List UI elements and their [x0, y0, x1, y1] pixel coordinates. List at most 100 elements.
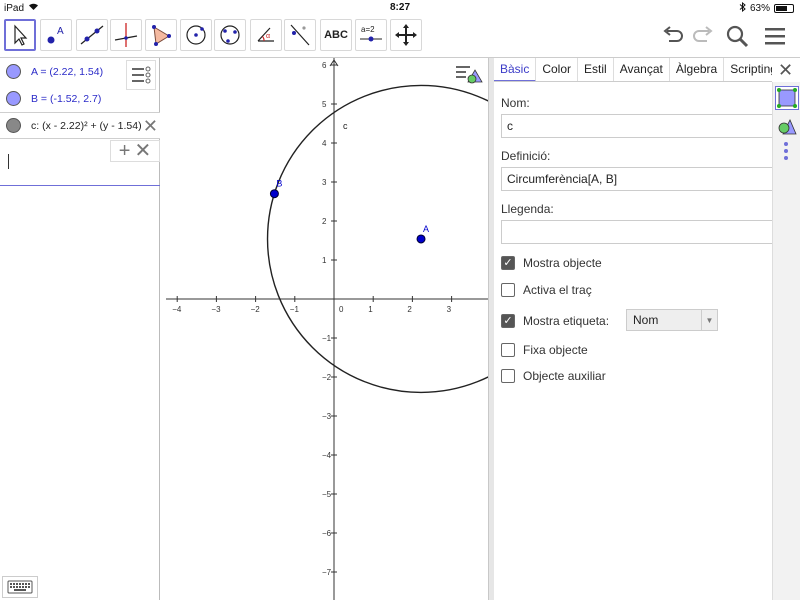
close-icon[interactable]: ✕	[134, 141, 151, 161]
x-tick-label: −2	[251, 305, 261, 314]
x-tick-label: 1	[368, 305, 373, 314]
show-label-checkbox[interactable]: ✓ Mostra etiqueta:	[501, 314, 609, 328]
bluetooth-icon	[739, 1, 746, 15]
y-tick-label: −2	[322, 373, 332, 382]
visibility-toggle[interactable]	[6, 91, 21, 106]
tab-style[interactable]: Estil	[578, 58, 614, 81]
geogebra-app: iPad 8:27 63% A α ABC a=2 A = (2.22, 1.5…	[0, 0, 800, 600]
point-a-label: A	[423, 224, 429, 234]
polygon-icon	[152, 25, 171, 46]
circle-three-points-tool[interactable]	[214, 19, 246, 51]
tab-scripting[interactable]: Scripting	[724, 58, 772, 81]
battery-icon	[774, 4, 794, 13]
algebra-item-text: c: (x - 2.22)² + (y - 1.54)² = 15.33	[31, 119, 141, 132]
line-tool[interactable]	[76, 19, 108, 51]
x-tick-label: −1	[290, 305, 300, 314]
point-a[interactable]	[416, 234, 426, 244]
properties-panel: Bàsic Color Estil Avançat Àlgebra Script…	[494, 58, 800, 600]
circle-c[interactable]	[266, 84, 488, 394]
circle-center-icon	[186, 25, 206, 45]
x-tick-label: −4	[172, 305, 182, 314]
tab-basic[interactable]: Bàsic	[494, 58, 537, 81]
polygon-tool[interactable]	[145, 19, 177, 51]
main-menu-button[interactable]	[760, 21, 790, 51]
point-tool[interactable]: A	[40, 19, 72, 51]
y-tick-label: 4	[322, 139, 327, 148]
tab-algebra[interactable]: Àlgebra	[670, 58, 725, 81]
close-icon[interactable]: ✕	[143, 117, 158, 135]
graphics-settings-icon	[456, 66, 483, 84]
checkbox-unchecked-icon[interactable]	[501, 283, 515, 297]
algebra-input[interactable]: + ✕	[0, 140, 160, 186]
auxiliary-object-label: Objecte auxiliar	[523, 369, 606, 383]
status-bar: iPad 8:27 63%	[0, 0, 800, 16]
trace-label: Activa el traç	[523, 283, 592, 297]
move-graphics-tool[interactable]	[390, 19, 422, 51]
svg-text:A: A	[57, 26, 64, 37]
caption-label: Llegenda:	[501, 202, 554, 216]
point-b-label: B	[276, 179, 282, 189]
tab-advanced[interactable]: Avançat	[614, 58, 670, 81]
redo-icon	[693, 26, 713, 42]
graphics-view[interactable]: −4 −3 −2 −1 1 2 3 6 5 4 3 2 1 −1 −2 −3 −4 −5 −6 −7 0 c A B	[166, 58, 488, 600]
circle-three-points-icon	[220, 25, 240, 45]
definition-label: Definició:	[501, 149, 551, 163]
visibility-toggle[interactable]	[6, 64, 21, 79]
chevron-down-icon: ▼	[701, 310, 717, 330]
move-arrows-icon	[395, 24, 417, 46]
reflect-icon	[290, 24, 310, 46]
graphics-canvas[interactable]: −4 −3 −2 −1 1 2 3 6 5 4 3 2 1 −1 −2 −3 −4 −5 −6 −7 0 c A B	[166, 58, 488, 600]
visibility-toggle[interactable]	[6, 118, 21, 133]
checkbox-unchecked-icon[interactable]	[501, 343, 515, 357]
text-tool[interactable]: ABC	[320, 19, 352, 51]
checkbox-checked-icon[interactable]: ✓	[501, 314, 515, 328]
y-tick-label: −3	[322, 412, 332, 421]
angle-tool[interactable]: α	[250, 19, 282, 51]
auxiliary-object-checkbox[interactable]: Objecte auxiliar	[501, 369, 606, 383]
checkbox-unchecked-icon[interactable]	[501, 369, 515, 383]
fix-object-checkbox[interactable]: Fixa objecte	[501, 343, 588, 357]
definition-field[interactable]: Circumferència[A, B]	[501, 167, 773, 191]
point-icon: A	[47, 26, 64, 44]
redo-button[interactable]	[688, 21, 718, 51]
tab-color[interactable]: Color	[536, 58, 579, 81]
keyboard-button[interactable]	[2, 576, 38, 598]
fix-object-label: Fixa objecte	[523, 343, 588, 357]
trace-checkbox[interactable]: Activa el traç	[501, 283, 592, 297]
plus-icon[interactable]: +	[119, 141, 131, 161]
shape-object-icon[interactable]	[775, 114, 799, 138]
y-tick-label: −4	[322, 451, 332, 460]
graphics-style-button[interactable]	[454, 62, 484, 86]
properties-tabs: Bàsic Color Estil Avançat Àlgebra Script…	[494, 58, 772, 82]
more-dots-icon[interactable]	[775, 140, 799, 164]
y-tick-label: −6	[322, 529, 332, 538]
algebra-item-c[interactable]: c: (x - 2.22)² + (y - 1.54)² = 15.33 ✕	[0, 112, 160, 139]
svg-text:α: α	[266, 33, 270, 40]
circle-center-point-tool[interactable]	[180, 19, 212, 51]
object-type-strip	[772, 82, 800, 600]
circle-label: c	[343, 121, 348, 131]
name-field[interactable]: c	[501, 114, 773, 138]
battery-percent: 63%	[749, 3, 770, 14]
reflect-tool[interactable]	[284, 19, 316, 51]
search-icon	[726, 25, 749, 48]
caption-field[interactable]	[501, 220, 773, 244]
text-cursor	[8, 154, 9, 169]
x-tick-label: −3	[211, 305, 221, 314]
point-b[interactable]	[269, 189, 279, 199]
point-object-icon[interactable]	[775, 86, 799, 110]
label-mode-select[interactable]: Nom ▼	[626, 309, 718, 331]
move-tool[interactable]	[4, 19, 36, 51]
search-button[interactable]	[722, 21, 752, 51]
undo-button[interactable]	[658, 21, 688, 51]
perpendicular-tool[interactable]	[110, 19, 142, 51]
close-icon[interactable]: ✕	[778, 60, 793, 81]
input-actions: + ✕	[110, 140, 160, 162]
algebra-item-b[interactable]: B = (-1.52, 2.7)	[0, 85, 160, 112]
origin-label: 0	[339, 305, 344, 314]
show-object-label: Mostra objecte	[523, 256, 602, 270]
cursor-arrow-icon	[14, 24, 28, 46]
slider-tool[interactable]: a=2	[355, 19, 387, 51]
checkbox-checked-icon[interactable]: ✓	[501, 256, 515, 270]
show-object-checkbox[interactable]: ✓ Mostra objecte	[501, 256, 602, 270]
